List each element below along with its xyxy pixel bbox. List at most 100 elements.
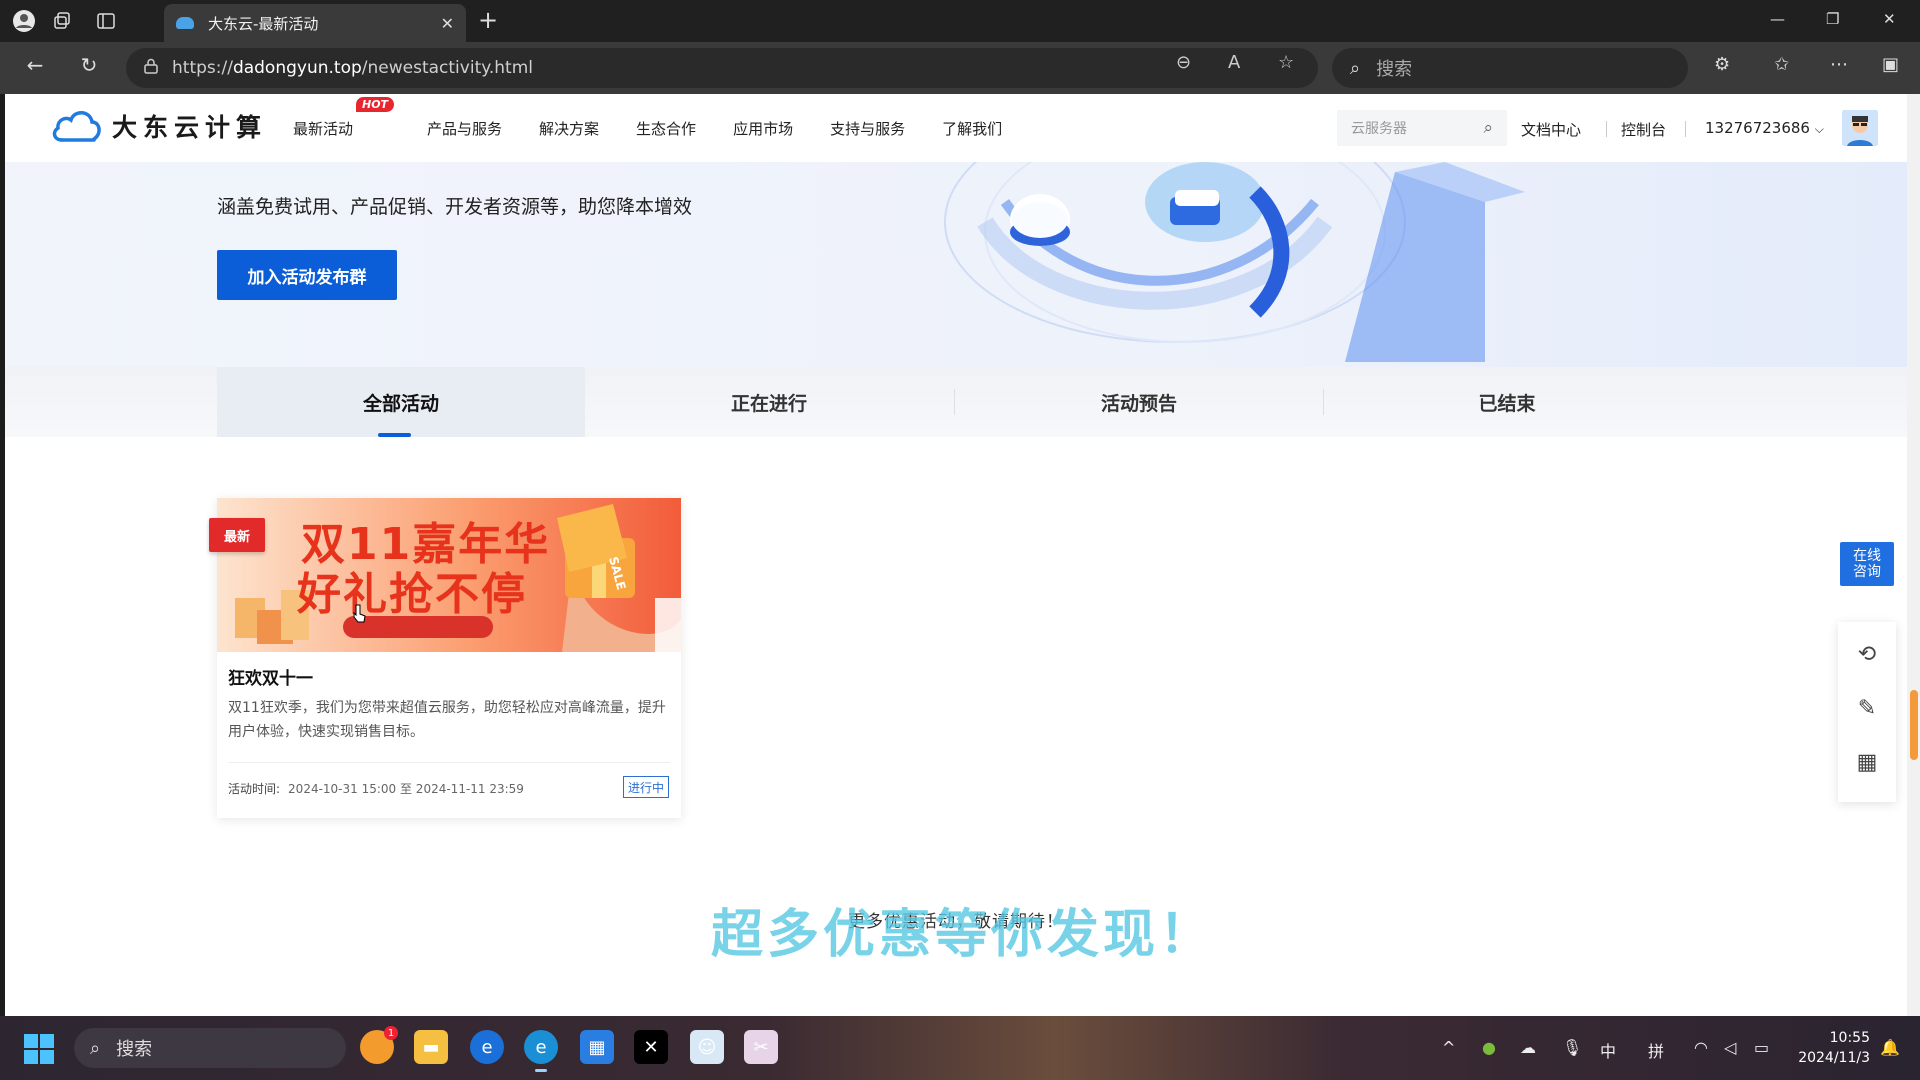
nav-item-ecosystem[interactable]: 生态合作 [636,118,696,139]
nav-item-solutions[interactable]: 解决方案 [539,118,599,139]
battery-icon[interactable]: ▭ [1754,1038,1769,1057]
browser-search-box[interactable]: ⌕ 搜索 [1332,48,1688,88]
search-icon[interactable]: ⌕ [1483,118,1493,138]
url-prefix: https:// [172,58,233,78]
tab-all[interactable]: 全部活动 [217,367,585,437]
consult-label: 在线咨询 [1853,548,1881,580]
tray-expand-icon[interactable]: ^ [1442,1038,1455,1057]
profile-icon[interactable] [10,7,38,35]
extensions-icon[interactable]: ⚙ [1714,54,1730,75]
hero-banner: 涵盖免费试用、产品促销、开发者资源等，助您降本增效 加入活动发布群 [5,162,1907,367]
activity-time-label: 活动时间: [228,782,281,796]
tray-app-icon[interactable]: ● [1482,1038,1496,1057]
logo-text: 大东云计算 [112,113,268,142]
app-icon-browser-orange[interactable]: 1 [360,1026,398,1064]
favorite-star-icon[interactable]: ☆ [1278,52,1294,73]
banner-headline-line2: 好礼抢不停 [297,569,527,620]
browser-search-placeholder: 搜索 [1376,59,1413,80]
avatar-icon [1842,110,1878,146]
zoom-icon[interactable]: ⊖ [1176,52,1191,73]
activity-description: 双11狂欢季，我们为您带来超值云服务，助您轻松应对高峰流量，提升用户体验，快速实… [228,700,666,740]
nav-item-marketplace[interactable]: 应用市场 [733,118,793,139]
restore-icon[interactable]: ❐ [1826,10,1839,28]
mouse-cursor-icon [352,604,366,624]
site-search-placeholder: 云服务器 [1351,121,1407,137]
tab-title: 大东云-最新活动 [208,14,319,33]
file-explorer-icon[interactable]: ▬ [414,1030,448,1064]
nav-item-about[interactable]: 了解我们 [942,118,1002,139]
tab-ended[interactable]: 已结束 [1323,367,1691,437]
address-bar: ← ↻ https://dadongyun.top/newestactivity… [0,42,1920,94]
ie-browser-icon[interactable]: e [470,1030,504,1064]
browser-tab-active[interactable]: 大东云-最新活动 ✕ [164,4,466,42]
account-menu[interactable]: 13276723686 ⌵ [1705,119,1824,137]
site-header: 大东云计算 最新活动 HOT 产品与服务 解决方案 生态合作 应用市场 支持与服务… [5,94,1907,162]
search-icon: ⌕ [1350,57,1361,79]
divider [1606,121,1607,137]
url-field[interactable]: https://dadongyun.top/newestactivity.htm… [126,48,1318,88]
search-icon: ⌕ [90,1037,101,1059]
wifi-icon[interactable]: ◠ [1694,1038,1708,1057]
volume-icon[interactable]: ◁ [1724,1038,1736,1057]
snipping-tool-icon[interactable]: ✂ [744,1030,778,1064]
minimize-icon[interactable]: — [1770,10,1785,28]
online-consult-button[interactable]: 在线咨询 [1840,542,1894,586]
capcut-icon[interactable]: ✕ [634,1030,668,1064]
windows-start-icon[interactable] [24,1034,54,1064]
tab-upcoming[interactable]: 活动预告 [955,367,1323,437]
activity-filter-tabs: 全部活动 正在进行 活动预告 已结束 [5,367,1907,437]
hero-illustration [944,162,1525,362]
vertical-tabs-icon[interactable] [92,7,120,35]
refresh-icon[interactable]: ↻ [74,53,104,77]
hot-badge: HOT [356,97,395,112]
nav-item-products[interactable]: 产品与服务 [427,118,502,139]
microphone-icon[interactable]: 🎙 [1562,1038,1582,1057]
workspaces-icon[interactable] [49,7,77,35]
qr-code-icon[interactable]: ▦ [1838,750,1896,775]
page-scrollbar[interactable] [1907,94,1920,1016]
scrollbar-thumb[interactable] [1910,690,1918,760]
join-group-button[interactable]: 加入活动发布群 [217,250,397,300]
favorites-icon[interactable]: ✩ [1774,54,1789,75]
new-badge: 最新 [209,518,265,552]
activity-card[interactable]: SALE 双11嘉年华 好礼抢不停 狂欢双十一 双11狂欢季，我们为您带来超值云… [217,498,681,818]
edit-icon[interactable]: ✎ [1838,696,1896,721]
cloud-logo-icon [52,111,101,142]
more-menu-icon[interactable]: ⋯ [1830,54,1848,75]
site-search-input[interactable]: 云服务器 ⌕ [1337,110,1507,146]
user-avatar[interactable] [1842,110,1878,146]
activity-banner-image[interactable]: SALE 双11嘉年华 好礼抢不停 [217,498,681,652]
store-icon[interactable]: ▦ [580,1030,614,1064]
chevron-down-icon: ⌵ [1814,122,1824,136]
close-window-icon[interactable]: ✕ [1883,10,1896,28]
account-number: 13276723686 [1705,119,1810,137]
activity-title[interactable]: 狂欢双十一 [228,664,313,689]
read-aloud-icon[interactable]: A [1228,52,1240,73]
docs-link[interactable]: 文档中心 [1521,119,1581,140]
taskbar-search[interactable]: ⌕ 搜索 [74,1028,346,1068]
new-tab-icon[interactable]: + [478,8,498,32]
close-tab-icon[interactable]: ✕ [441,14,454,33]
divider [1685,121,1686,137]
edge-browser-icon[interactable]: e [524,1030,558,1072]
notification-count: 1 [384,1026,398,1040]
ime-mode[interactable]: 拼 [1648,1038,1664,1062]
onedrive-icon[interactable]: ☁ [1520,1038,1536,1057]
site-favicon-icon [176,17,194,29]
tab-ongoing[interactable]: 正在进行 [585,367,953,437]
avatar-app-icon[interactable]: ☺ [690,1030,724,1064]
web-page: 大东云计算 最新活动 HOT 产品与服务 解决方案 生态合作 应用市场 支持与服务… [5,94,1907,1016]
feedback-icon[interactable]: ⟲ [1838,642,1896,667]
nav-item-support[interactable]: 支持与服务 [830,118,905,139]
floating-tools-panel: ⟲ ✎ ▦ [1838,622,1896,802]
site-logo[interactable]: 大东云计算 [50,106,267,146]
nav-item-latest[interactable]: 最新活动 HOT [293,97,395,139]
console-link[interactable]: 控制台 [1621,119,1666,140]
activity-time-range: 2024-10-31 15:00 至 2024-11-11 23:59 [288,782,524,796]
system-clock[interactable]: 10:55 2024/11/3 [1788,1028,1870,1068]
clock-date: 2024/11/3 [1798,1050,1870,1066]
ime-language[interactable]: 中 [1600,1038,1616,1062]
notifications-bell-icon[interactable]: 🔔 [1880,1038,1900,1057]
sidebar-toggle-icon[interactable]: ▣ [1882,54,1899,75]
back-icon[interactable]: ← [20,53,50,77]
